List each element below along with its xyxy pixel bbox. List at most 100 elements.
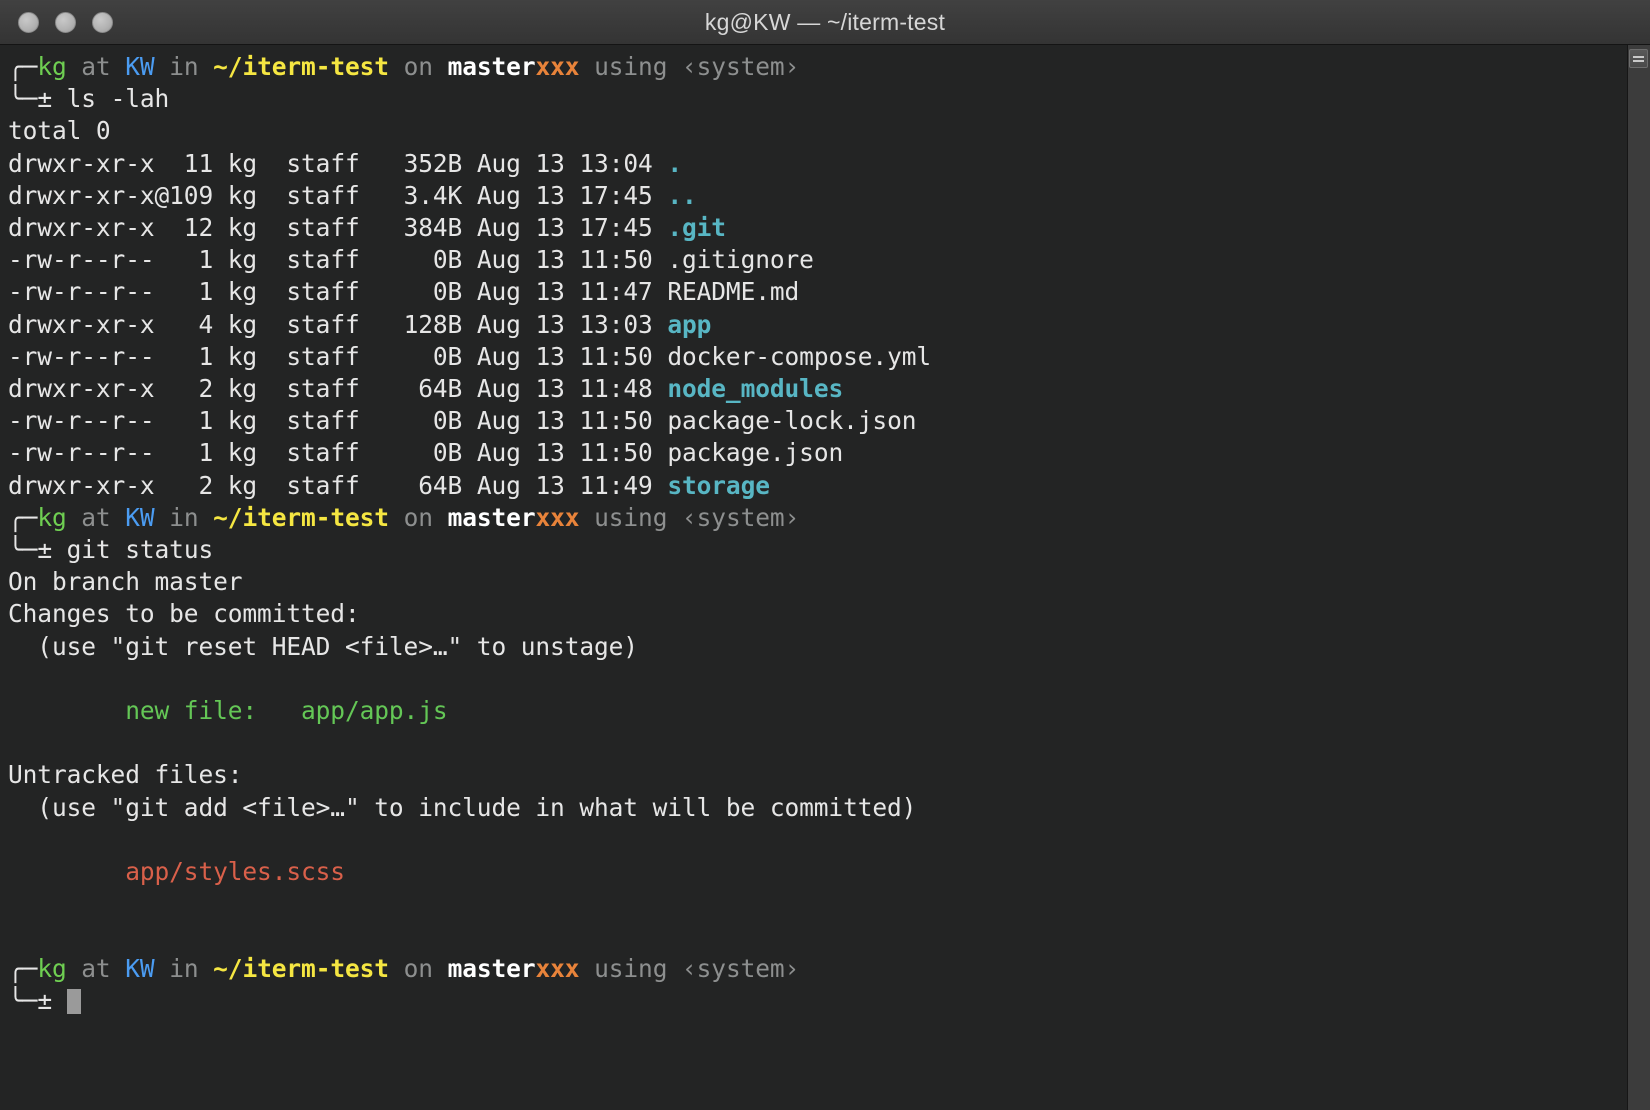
ls-size: 0B — [388, 277, 477, 307]
ls-group: staff — [286, 341, 389, 371]
ls-link-count: 2 — [169, 374, 228, 404]
command-line-active[interactable]: ╰─± — [8, 985, 1627, 1017]
ls-permissions: -rw-r--r-- — [8, 341, 170, 371]
ls-timestamp: Aug 13 11:50 — [476, 341, 668, 371]
ls-timestamp: Aug 13 11:50 — [476, 406, 668, 436]
ls-size: 0B — [388, 341, 477, 371]
ls-rows: drwxr-xr-x 11 kg staff 352B Aug 13 13:04… — [8, 148, 1627, 502]
ls-size: 0B — [388, 245, 477, 275]
ls-permissions: drwxr-xr-x@ — [8, 180, 170, 210]
text-cursor — [66, 988, 81, 1014]
ls-link-count: 4 — [169, 309, 228, 339]
terminal-window: kg@KW — ~/iterm-test ╭─kg at KW in ~/ite… — [0, 0, 1650, 1110]
ls-group: staff — [286, 213, 389, 243]
ls-owner: kg — [227, 148, 287, 178]
ls-row: drwxr-xr-x 12 kg staff 384B Aug 13 17:45… — [8, 212, 1627, 244]
vertical-scrollbar[interactable] — [1627, 45, 1650, 1110]
ls-filename: package-lock.json — [667, 406, 917, 436]
ls-permissions: -rw-r--r-- — [8, 438, 170, 468]
ls-row: drwxr-xr-x 2 kg staff 64B Aug 13 11:48 n… — [8, 373, 1627, 405]
ls-owner: kg — [227, 406, 287, 436]
prompt-toolchain: ‹system› — [682, 953, 800, 983]
ls-owner: kg — [227, 438, 287, 468]
ls-timestamp: Aug 13 11:50 — [476, 245, 668, 275]
ls-size: 128B — [388, 309, 477, 339]
prompt-in-label: in — [154, 953, 214, 983]
ls-row: -rw-r--r-- 1 kg staff 0B Aug 13 11:47 RE… — [8, 276, 1627, 308]
ls-link-count: 2 — [169, 470, 228, 500]
git-untracked-hint: (use "git add <file>…" to include in wha… — [8, 792, 917, 822]
prompt-frame-bottom-icon: ╰─ — [8, 84, 38, 114]
minimize-button[interactable] — [55, 11, 76, 33]
command-text-ls: ls -lah — [66, 84, 170, 114]
ls-filename: README.md — [667, 277, 800, 307]
prompt-at-label: at — [66, 52, 126, 81]
prompt-at-label: at — [66, 502, 126, 532]
ls-link-count: 12 — [169, 213, 228, 243]
ls-row: drwxr-xr-x@109 kg staff 3.4K Aug 13 17:4… — [8, 180, 1627, 212]
ls-link-count: 1 — [169, 245, 228, 275]
ls-filename: .. — [667, 180, 697, 210]
prompt-line-3: ╭─kg at KW in ~/iterm-test on masterxxx … — [8, 953, 1627, 985]
ls-permissions: -rw-r--r-- — [8, 277, 170, 307]
split-pane-icon[interactable] — [1629, 49, 1648, 68]
ls-filename: package.json — [667, 438, 844, 468]
ls-size: 0B — [388, 406, 477, 436]
ls-timestamp: Aug 13 17:45 — [476, 213, 668, 243]
ls-group: staff — [286, 374, 389, 404]
terminal-body: ╭─kg at KW in ~/iterm-test on masterxxx … — [0, 45, 1650, 1110]
ls-permissions: drwxr-xr-x — [8, 374, 170, 404]
ls-timestamp: Aug 13 11:49 — [476, 470, 668, 500]
prompt-frame-bottom-icon: ╰─ — [8, 985, 38, 1015]
ls-owner: kg — [227, 309, 287, 339]
ls-permissions: drwxr-xr-x — [8, 309, 170, 339]
git-branch-line: On branch master — [8, 567, 243, 597]
ls-link-count: 1 — [169, 341, 228, 371]
prompt-in-label: in — [154, 52, 214, 81]
ls-row: drwxr-xr-x 2 kg staff 64B Aug 13 11:49 s… — [8, 470, 1627, 502]
terminal-output[interactable]: ╭─kg at KW in ~/iterm-test on masterxxx … — [0, 45, 1627, 1110]
ls-owner: kg — [227, 341, 287, 371]
ls-size: 352B — [388, 148, 477, 178]
ls-timestamp: Aug 13 13:03 — [476, 309, 668, 339]
git-untracked-header: Untracked files: — [8, 760, 243, 790]
ls-group: staff — [286, 309, 389, 339]
prompt-branch: master — [447, 502, 536, 532]
scrollbar-track[interactable] — [1628, 71, 1650, 1110]
prompt-path: ~/iterm-test — [213, 953, 389, 983]
ls-size: 0B — [388, 438, 477, 468]
ls-filename: app — [667, 309, 712, 339]
prompt-frame-top-icon: ╭─ — [8, 502, 38, 532]
prompt-symbol: ± — [37, 985, 67, 1015]
prompt-branch: master — [447, 52, 536, 81]
ls-filename: docker-compose.yml — [667, 341, 932, 371]
prompt-host: KW — [125, 52, 155, 81]
ls-permissions: drwxr-xr-x — [8, 213, 170, 243]
command-line-1: ╰─± ls -lah — [8, 83, 1627, 115]
traffic-light-group — [18, 11, 113, 33]
window-title: kg@KW — ~/iterm-test — [704, 8, 946, 35]
git-untracked-entry: app/styles.scss — [8, 857, 345, 887]
close-button[interactable] — [18, 11, 39, 33]
zoom-button[interactable] — [92, 11, 113, 33]
prompt-using-label: using — [579, 502, 682, 532]
ls-owner: kg — [227, 213, 287, 243]
ls-row: -rw-r--r-- 1 kg staff 0B Aug 13 11:50 do… — [8, 341, 1627, 373]
prompt-user: kg — [37, 52, 67, 81]
command-text-git-status: git status — [66, 535, 214, 565]
ls-permissions: drwxr-xr-x — [8, 470, 170, 500]
ls-row: drwxr-xr-x 11 kg staff 352B Aug 13 13:04… — [8, 148, 1627, 180]
ls-size: 64B — [388, 374, 477, 404]
ls-timestamp: Aug 13 17:45 — [476, 180, 668, 210]
title-bar: kg@KW — ~/iterm-test — [0, 0, 1650, 45]
ls-link-count: 1 — [169, 277, 228, 307]
command-line-2: ╰─± git status — [8, 534, 1627, 566]
ls-row: -rw-r--r-- 1 kg staff 0B Aug 13 11:50 pa… — [8, 437, 1627, 469]
ls-group: staff — [286, 180, 389, 210]
ls-filename: storage — [667, 470, 770, 500]
ls-size: 384B — [388, 213, 477, 243]
ls-timestamp: Aug 13 11:50 — [476, 438, 668, 468]
